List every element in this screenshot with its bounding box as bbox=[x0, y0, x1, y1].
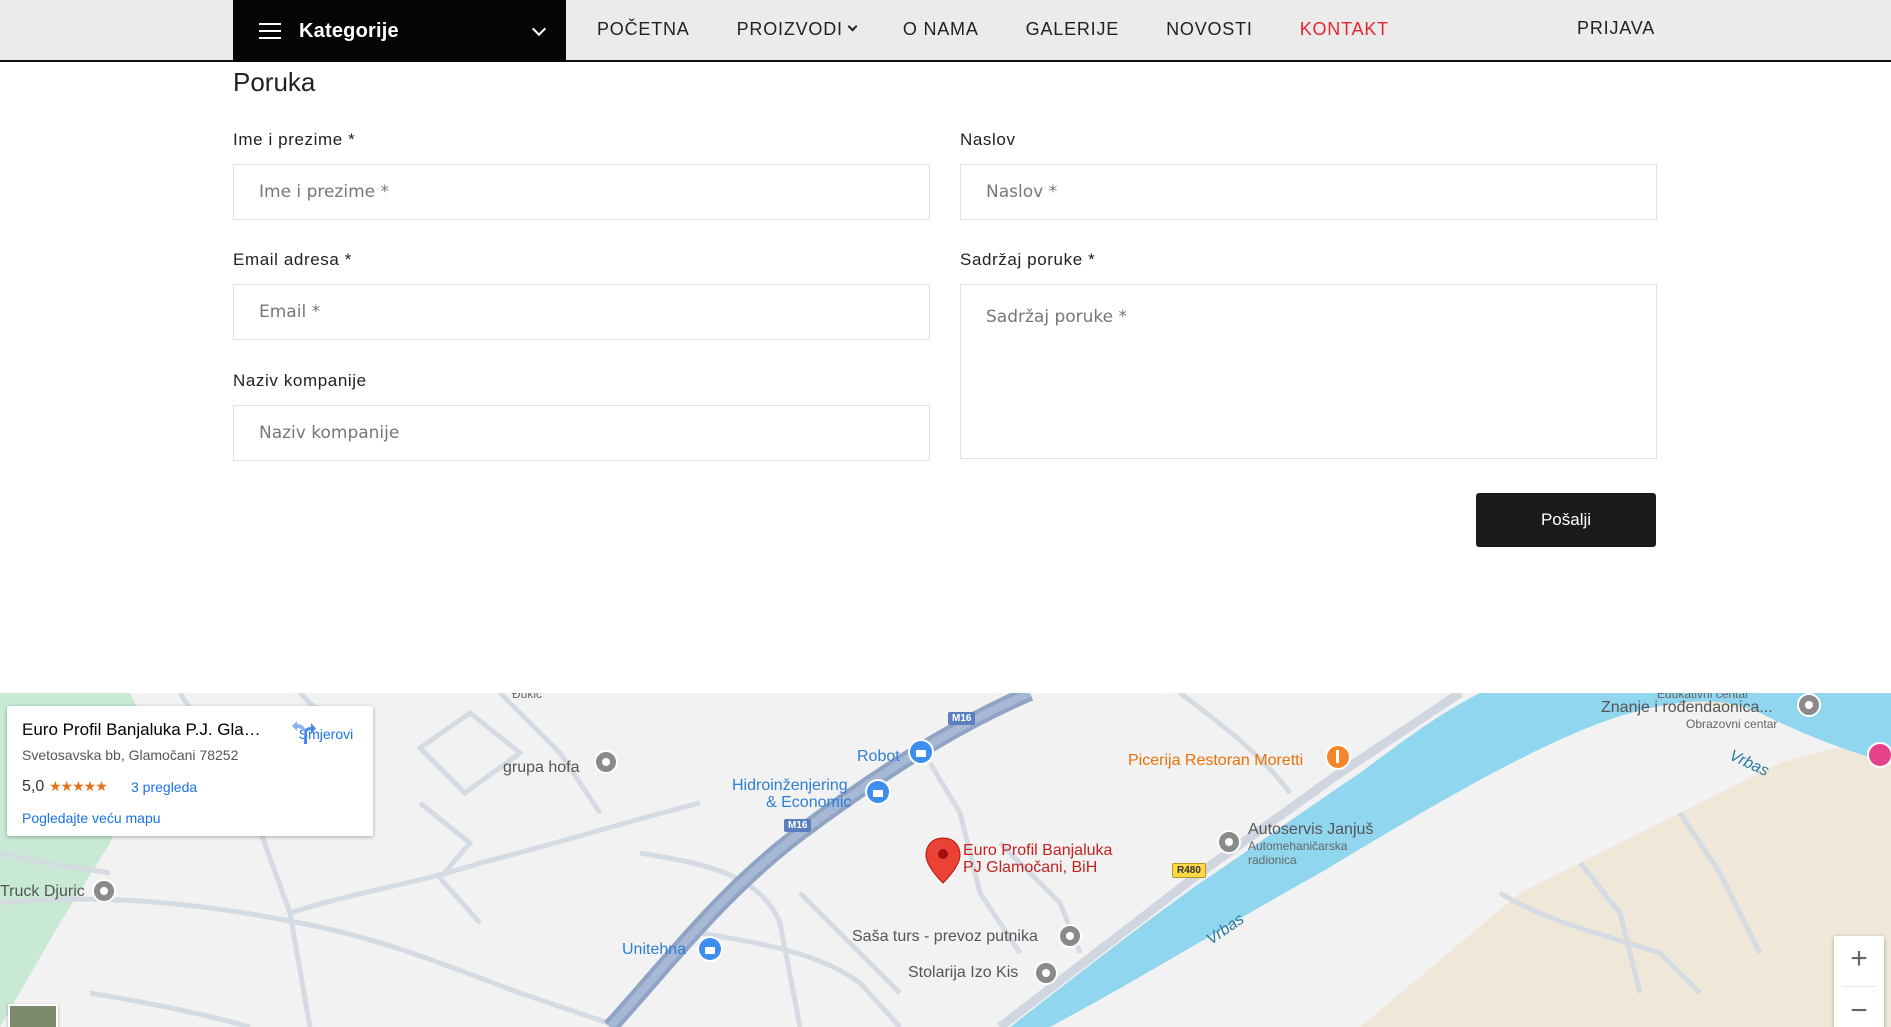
nav-link-proizvodi[interactable]: PROIZVODI bbox=[736, 18, 858, 40]
map-label-top-cut: Đukić bbox=[512, 693, 543, 701]
zoom-divider bbox=[1842, 986, 1876, 987]
directions-button[interactable]: Smjerovi bbox=[291, 720, 361, 744]
zoom-in-button[interactable]: + bbox=[1834, 936, 1884, 981]
email-input[interactable] bbox=[233, 284, 930, 340]
place-address: Svetosavska bb, Glamočani 78252 bbox=[22, 747, 239, 763]
map-zoom-controls: + − bbox=[1834, 936, 1884, 1027]
nav-link-galerije[interactable]: GALERIJE bbox=[1026, 19, 1119, 40]
login-link[interactable]: PRIJAVA bbox=[1577, 18, 1655, 39]
directions-icon bbox=[292, 721, 316, 744]
place-name: Euro Profil Banjaluka P.J. Glamočani, Bi… bbox=[22, 720, 272, 739]
email-label: Email adresa * bbox=[233, 250, 352, 269]
map-label-autoservis-sub1: Automehaničarska bbox=[1248, 839, 1348, 853]
map-poi-pin-edukativni bbox=[1797, 693, 1821, 717]
rating-stars-icon: ★★★★★ bbox=[49, 778, 108, 794]
chevron-down-icon bbox=[847, 21, 858, 32]
message-textarea[interactable] bbox=[960, 284, 1657, 459]
map-poi-pin-edge bbox=[1867, 742, 1891, 768]
google-map[interactable]: Đukić grupa hofa Robot Hidroinženjering … bbox=[0, 693, 1891, 1027]
subject-label: Naslov bbox=[960, 130, 1016, 149]
menu-icon bbox=[259, 23, 281, 39]
nav-link-o-nama[interactable]: O NAMA bbox=[903, 19, 979, 40]
map-label-hidro-1: Hidroinženjering bbox=[732, 777, 848, 794]
categories-dropdown[interactable]: Kategorije bbox=[233, 0, 566, 62]
map-label-truck: Truck Djuric bbox=[0, 883, 85, 900]
main-nav: POČETNA PROIZVODI O NAMA GALERIJE NOVOST… bbox=[597, 0, 1436, 58]
map-poi-pin-truck-djuric bbox=[92, 879, 116, 903]
map-road-shield-m16-top: M16 bbox=[948, 712, 976, 725]
map-poi-pin-robot bbox=[908, 739, 934, 765]
map-poi-pin-unitehna bbox=[697, 936, 723, 962]
submit-button[interactable]: Pošalji bbox=[1476, 493, 1656, 547]
reviews-link[interactable]: 3 pregleda bbox=[131, 779, 197, 795]
place-rating: 5,0 bbox=[22, 778, 45, 795]
nav-link-pocetna[interactable]: POČETNA bbox=[597, 19, 690, 40]
map-road-shield-r480: R480 bbox=[1172, 863, 1206, 878]
map-marker-euro-profil bbox=[925, 837, 961, 884]
map-label-robot: Robot bbox=[857, 748, 900, 765]
message-label: Sadržaj poruke * bbox=[960, 250, 1096, 269]
chevron-down-icon bbox=[531, 21, 547, 37]
map-poi-pin-grupa-hofa bbox=[594, 750, 618, 774]
map-label-euro-1: Euro Profil Banjaluka bbox=[963, 842, 1113, 859]
satellite-toggle-thumbnail[interactable] bbox=[8, 1004, 58, 1027]
name-label: Ime i prezime * bbox=[233, 130, 356, 149]
map-poi-pin-stolarija bbox=[1034, 961, 1058, 985]
zoom-out-button[interactable]: − bbox=[1834, 988, 1884, 1027]
map-label-grupa-hofa: grupa hofa bbox=[503, 759, 580, 776]
map-poi-pin-hidroinzenjering bbox=[865, 779, 891, 805]
map-poi-pin-pizzeria bbox=[1325, 744, 1351, 770]
form-title: Poruka bbox=[233, 67, 316, 97]
map-label-autoservis-sub2: radionica bbox=[1248, 853, 1297, 867]
map-label-unitehna: Unitehna bbox=[622, 941, 687, 958]
map-label-hidro-2: & Economic bbox=[766, 794, 852, 811]
map-label-pizzeria: Picerija Restoran Moretti bbox=[1128, 752, 1304, 769]
map-poi-pin-sasa-turs bbox=[1058, 924, 1082, 948]
map-label-autoservis: Autoservis Janjuš bbox=[1248, 821, 1374, 838]
top-navbar: Kategorije POČETNA PROIZVODI O NAMA GALE… bbox=[0, 0, 1891, 62]
subject-input[interactable] bbox=[960, 164, 1657, 220]
nav-link-kontakt[interactable]: KONTAKT bbox=[1300, 19, 1389, 40]
map-label-sasa: Saša turs - prevoz putnika bbox=[852, 928, 1038, 945]
company-input[interactable] bbox=[233, 405, 930, 461]
categories-label: Kategorije bbox=[299, 19, 399, 42]
map-place-card: Euro Profil Banjaluka P.J. Glamočani, Bi… bbox=[7, 706, 373, 836]
nav-link-proizvodi-label: PROIZVODI bbox=[736, 18, 843, 39]
map-poi-pin-autoservis bbox=[1217, 830, 1241, 854]
map-label-obrazovni: Obrazovni centar bbox=[1686, 717, 1778, 731]
nav-link-novosti[interactable]: NOVOSTI bbox=[1166, 19, 1253, 40]
map-label-znanje: Znanje i rođendaonica... bbox=[1601, 699, 1773, 716]
name-input[interactable] bbox=[233, 164, 930, 220]
map-label-euro-2: PJ Glamočani, BiH bbox=[963, 859, 1098, 876]
map-road-shield-m16-mid: M16 bbox=[784, 819, 812, 832]
view-larger-map-link[interactable]: Pogledajte veću mapu bbox=[22, 810, 161, 826]
map-label-stolarija: Stolarija Izo Kis bbox=[908, 964, 1019, 981]
company-label: Naziv kompanije bbox=[233, 371, 367, 390]
